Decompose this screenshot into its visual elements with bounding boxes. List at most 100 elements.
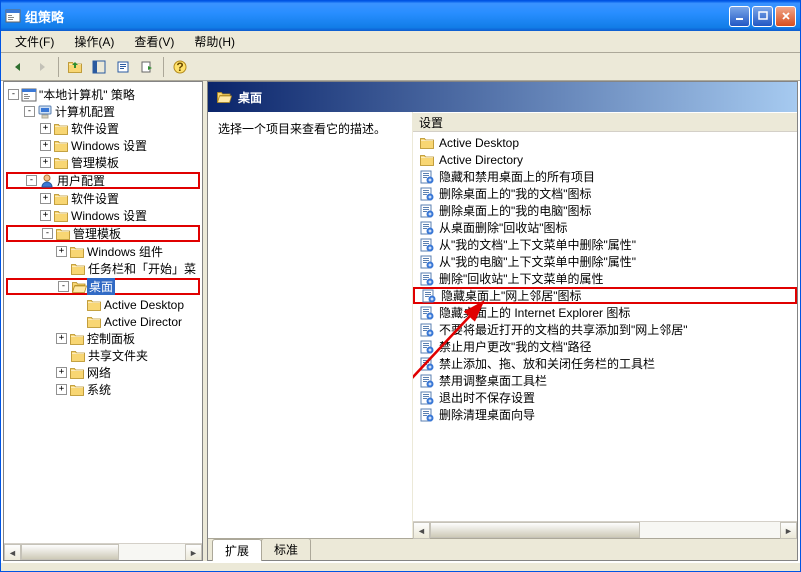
scroll-left-icon[interactable]: ◄ [413, 522, 430, 539]
tabs: 扩展 标准 [208, 538, 797, 560]
policy-icon [419, 220, 435, 236]
tree-toggle[interactable]: - [8, 89, 19, 100]
tab-standard[interactable]: 标准 [261, 538, 311, 560]
description-pane: 选择一个项目来查看它的描述。 [208, 112, 413, 538]
tree-item[interactable]: 控制面板 [85, 330, 137, 347]
list-item-label: Active Directory [439, 153, 523, 167]
folder-icon [53, 138, 69, 154]
tree-toggle[interactable]: + [56, 333, 67, 344]
help-button[interactable]: ? [169, 56, 191, 78]
tree-toggle[interactable]: + [40, 123, 51, 134]
list-items: Active Desktop Active Directory隐藏和禁用桌面上的所… [413, 132, 797, 425]
toolbar-separator [163, 57, 164, 77]
list-item[interactable]: 隐藏桌面上的 Internet Explorer 图标 [413, 304, 797, 321]
list-item[interactable]: Active Desktop [413, 134, 797, 151]
tree-toggle[interactable]: + [56, 246, 67, 257]
folder-icon [419, 135, 435, 151]
tree-toggle[interactable]: - [58, 281, 69, 292]
tree-item[interactable]: 软件设置 [69, 190, 121, 207]
tree-item[interactable]: Windows 设置 [69, 207, 149, 224]
export-button[interactable] [136, 56, 158, 78]
list-item[interactable]: 退出时不保存设置 [413, 389, 797, 406]
forward-button[interactable] [31, 56, 53, 78]
policy-icon [419, 186, 435, 202]
list-item[interactable]: 禁止添加、拖、放和关闭任务栏的工具栏 [413, 355, 797, 372]
tree-hscrollbar[interactable]: ◄ ► [4, 543, 202, 560]
tree-toggle[interactable]: + [56, 367, 67, 378]
list-column-header[interactable]: 设置 [413, 112, 797, 132]
tree-admin-templates[interactable]: 管理模板 [71, 225, 123, 242]
list-hscrollbar[interactable]: ◄ ► [413, 521, 797, 538]
tree-toggle[interactable]: + [40, 140, 51, 151]
folder-icon [69, 244, 85, 260]
folder-icon [69, 365, 85, 381]
folder-icon [53, 208, 69, 224]
maximize-button[interactable] [752, 6, 773, 27]
policy-icon [419, 271, 435, 287]
list-item[interactable]: 隐藏和禁用桌面上的所有项目 [413, 168, 797, 185]
tree-item[interactable]: 共享文件夹 [86, 347, 150, 364]
policy-icon [419, 407, 435, 423]
tree-toggle[interactable]: + [40, 210, 51, 221]
list-item[interactable]: 从"我的文档"上下文菜单中删除"属性" [413, 236, 797, 253]
menu-action[interactable]: 操作(A) [66, 31, 122, 52]
list-item-label: 隐藏桌面上"网上邻居"图标 [441, 287, 582, 304]
tree-toggle[interactable]: - [26, 175, 37, 186]
tree-item[interactable]: Active Director [102, 315, 184, 329]
tree-item[interactable]: Active Desktop [102, 298, 186, 312]
list-item[interactable]: 删除桌面上的"我的文档"图标 [413, 185, 797, 202]
tree-item[interactable]: Windows 组件 [85, 243, 165, 260]
tree-user-config[interactable]: 用户配置 [55, 172, 107, 189]
menu-help[interactable]: 帮助(H) [186, 31, 243, 52]
tree-toggle[interactable]: + [40, 157, 51, 168]
tree-desktop[interactable]: 桌面 [87, 278, 115, 295]
tree-toggle[interactable]: - [42, 228, 53, 239]
tree-item[interactable]: 软件设置 [69, 120, 121, 137]
list-item[interactable]: 删除桌面上的"我的电脑"图标 [413, 202, 797, 219]
folder-icon [69, 382, 85, 398]
show-hide-tree-button[interactable] [88, 56, 110, 78]
window: 组策略 文件(F) 操作(A) 查看(V) 帮助(H) ? -"本地计算机" 策… [0, 0, 801, 572]
properties-button[interactable] [112, 56, 134, 78]
list-item[interactable]: 删除"回收站"上下文菜单的属性 [413, 270, 797, 287]
folder-icon [419, 152, 435, 168]
minimize-button[interactable] [729, 6, 750, 27]
tree-item[interactable]: 网络 [85, 364, 113, 381]
menu-file[interactable]: 文件(F) [7, 31, 62, 52]
scroll-right-icon[interactable]: ► [185, 544, 202, 561]
list-item[interactable]: 从"我的电脑"上下文菜单中删除"属性" [413, 253, 797, 270]
folder-icon [86, 297, 102, 313]
list-item[interactable]: 删除清理桌面向导 [413, 406, 797, 423]
tab-extended[interactable]: 扩展 [212, 539, 262, 561]
folder-icon [70, 348, 86, 364]
folder-icon [53, 155, 69, 171]
list-item[interactable]: 禁止用户更改"我的文档"路径 [413, 338, 797, 355]
back-button[interactable] [7, 56, 29, 78]
list-item[interactable]: 从桌面删除"回收站"图标 [413, 219, 797, 236]
list-item-label: 禁止添加、拖、放和关闭任务栏的工具栏 [439, 355, 655, 372]
tree-item[interactable]: 系统 [85, 381, 113, 398]
tree-toggle[interactable]: + [40, 193, 51, 204]
tree-item[interactable]: 管理模板 [69, 154, 121, 171]
tree-item[interactable]: Windows 设置 [69, 137, 149, 154]
tree-computer-config[interactable]: 计算机配置 [53, 103, 117, 120]
app-icon [5, 8, 21, 24]
tree-pane[interactable]: -"本地计算机" 策略 -计算机配置 +软件设置 +Windows 设置 +管理… [3, 81, 203, 561]
scroll-thumb[interactable] [430, 522, 640, 538]
list-item[interactable]: 不要将最近打开的文档的共享添加到"网上邻居" [413, 321, 797, 338]
folder-icon [70, 261, 86, 277]
tree-toggle[interactable]: + [56, 384, 67, 395]
list-item[interactable]: Active Directory [413, 151, 797, 168]
scroll-right-icon[interactable]: ► [780, 522, 797, 539]
menu-view[interactable]: 查看(V) [126, 31, 182, 52]
up-button[interactable] [64, 56, 86, 78]
scroll-thumb[interactable] [21, 544, 119, 560]
folder-icon [53, 191, 69, 207]
close-button[interactable] [775, 6, 796, 27]
list-item[interactable]: 隐藏桌面上"网上邻居"图标 [413, 287, 797, 304]
list-item[interactable]: 禁用调整桌面工具栏 [413, 372, 797, 389]
scroll-left-icon[interactable]: ◄ [4, 544, 21, 561]
tree-toggle[interactable]: - [24, 106, 35, 117]
tree-item[interactable]: 任务栏和「开始」菜 [86, 260, 198, 277]
tree-root[interactable]: "本地计算机" 策略 [37, 86, 137, 103]
